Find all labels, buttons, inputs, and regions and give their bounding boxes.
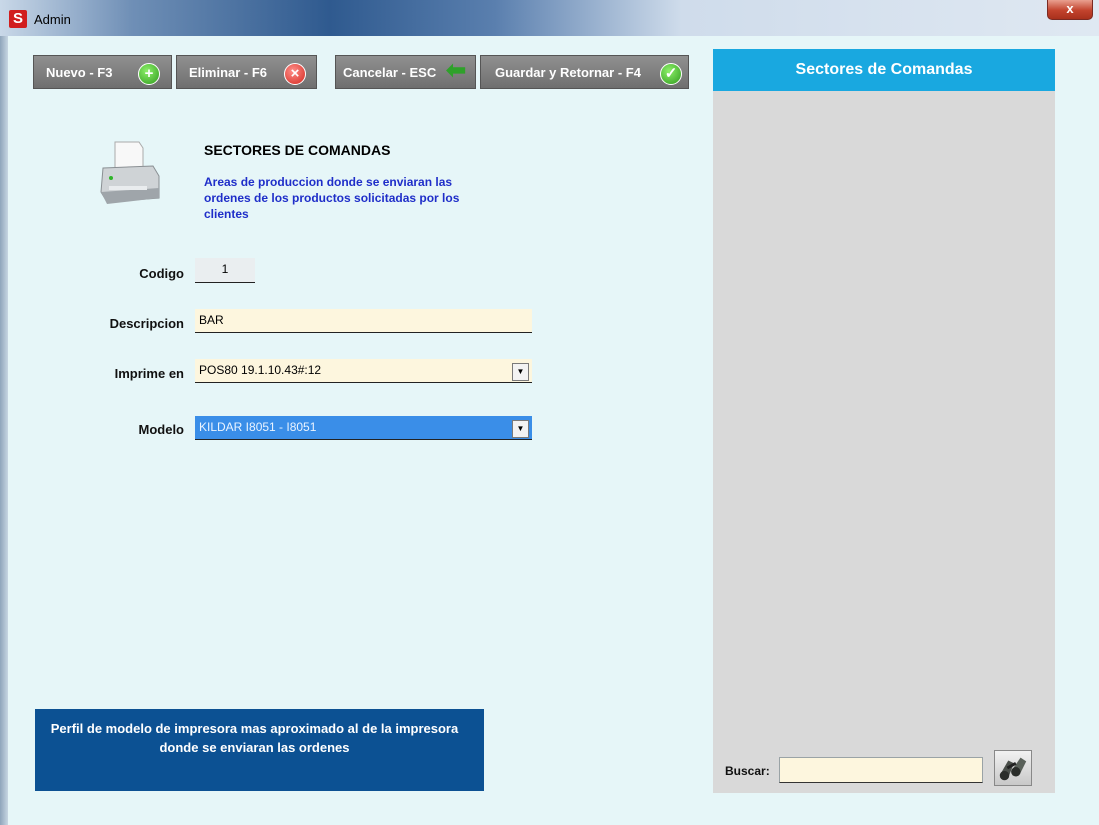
imprime-en-label: Imprime en <box>114 366 184 381</box>
binoculars-icon <box>999 757 1027 781</box>
cancelar-button[interactable]: Cancelar - ESC ⬅ <box>335 55 476 89</box>
modelo-select[interactable]: KILDAR I8051 - I8051 ▼ <box>195 416 532 440</box>
nuevo-button[interactable]: Nuevo - F3 + <box>33 55 172 89</box>
form-description: Areas de produccion donde se enviaran la… <box>204 175 460 221</box>
nuevo-button-label: Nuevo - F3 <box>46 65 113 80</box>
dropdown-arrow-icon[interactable]: ▼ <box>512 420 529 438</box>
eliminar-button-label: Eliminar - F6 <box>189 65 268 80</box>
modelo-label: Modelo <box>138 422 185 437</box>
arrow-left-icon: ⬅ <box>446 57 467 84</box>
window-left-edge <box>0 36 8 825</box>
dropdown-arrow-icon[interactable]: ▼ <box>512 363 529 381</box>
panel-title: Sectores de Comandas <box>713 49 1055 91</box>
cancelar-button-label: Cancelar - ESC <box>343 65 437 80</box>
check-icon: ✓ <box>660 63 682 85</box>
search-button[interactable] <box>994 750 1032 786</box>
guardar-retornar-button[interactable]: Guardar y Retornar - F4 ✓ <box>480 55 689 89</box>
close-button[interactable]: x <box>1047 0 1093 20</box>
modelo-value: KILDAR I8051 - I8051 <box>199 420 317 434</box>
buscar-input[interactable] <box>779 757 983 783</box>
guardar-button-label: Guardar y Retornar - F4 <box>495 65 641 80</box>
codigo-label: Codigo <box>139 266 184 281</box>
x-icon: × <box>284 63 306 85</box>
app-logo-icon: S <box>9 10 27 28</box>
buscar-label: Buscar: <box>725 764 770 778</box>
window-title: Admin <box>34 12 71 27</box>
info-hint-box: Perfil de modelo de impresora mas aproxi… <box>35 709 484 791</box>
eliminar-button[interactable]: Eliminar - F6 × <box>176 55 317 89</box>
plus-icon: + <box>138 63 160 85</box>
form-title: SECTORES DE COMANDAS <box>204 142 391 158</box>
descripcion-input[interactable]: BAR <box>195 309 532 333</box>
codigo-field[interactable]: 1 <box>195 258 255 283</box>
printer-icon <box>100 141 160 204</box>
sectores-list-panel[interactable] <box>713 91 1055 793</box>
descripcion-label: Descripcion <box>109 316 184 331</box>
title-bar: S Admin x <box>0 0 1099 36</box>
imprime-en-select[interactable]: POS80 19.1.10.43#:12 ▼ <box>195 359 532 383</box>
imprime-en-value: POS80 19.1.10.43#:12 <box>199 363 322 377</box>
admin-window: S Admin x Nuevo - F3 + Eliminar - F6 × C… <box>0 0 1099 825</box>
